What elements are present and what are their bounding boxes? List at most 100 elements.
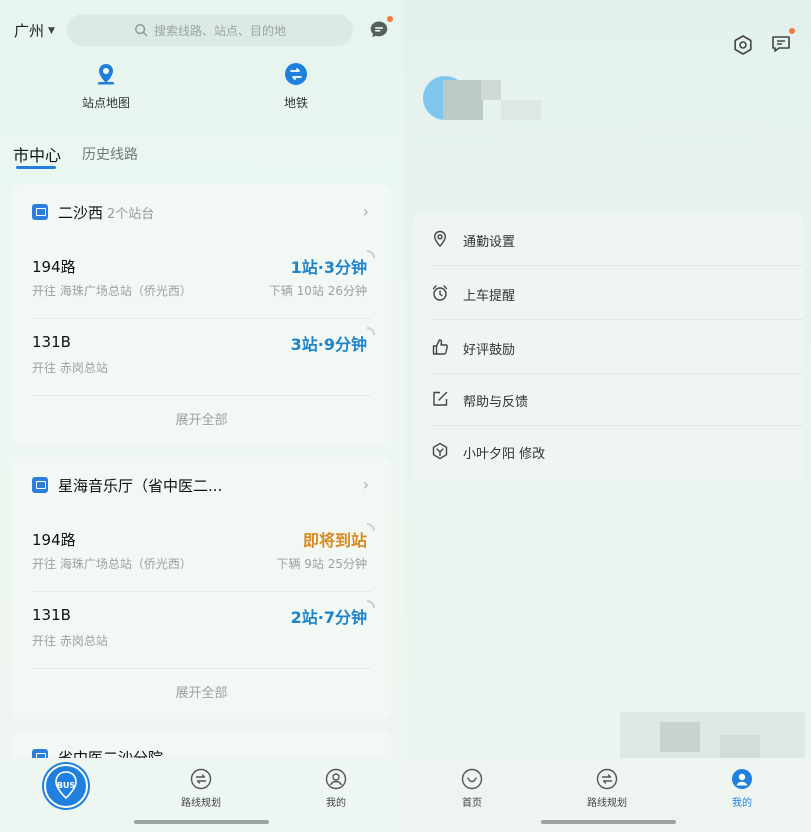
menu-commute-settings[interactable]: 通勤设置 bbox=[413, 214, 803, 266]
route-eta: 2站·7分钟 bbox=[290, 608, 367, 627]
nav-home[interactable]: 首页 bbox=[442, 768, 502, 809]
realtime-signal-icon bbox=[367, 523, 375, 531]
expand-all-button[interactable]: 展开全部 bbox=[12, 396, 391, 446]
divider bbox=[32, 395, 371, 396]
divider bbox=[431, 319, 803, 320]
station-card: 二沙西 2个站台 › 194路 开往 海珠广场总站（侨光西） 1站·3分钟 下辆 … bbox=[12, 184, 391, 444]
home-indicator[interactable] bbox=[134, 820, 269, 824]
tab-history-routes[interactable]: 历史线路 bbox=[82, 144, 138, 164]
edit-feedback-icon bbox=[433, 391, 448, 406]
nav-bus[interactable]: BUS bbox=[44, 764, 88, 808]
message-button[interactable] bbox=[367, 16, 393, 42]
username-redacted bbox=[501, 100, 541, 120]
menu-rate-us[interactable]: 好评鼓励 bbox=[413, 322, 803, 374]
route-name: 131B bbox=[32, 333, 71, 351]
expand-all-button[interactable]: 展开全部 bbox=[12, 669, 391, 719]
settings-menu: 通勤设置 上车提醒 好评鼓励 帮助与反馈 小叶夕阳 修改 bbox=[413, 214, 803, 480]
route-destination: 开往 赤岗总站 bbox=[32, 634, 108, 648]
next-bus-info: 下辆 9站 25分钟 bbox=[276, 557, 367, 571]
profile-panel: 通勤设置 上车提醒 好评鼓励 帮助与反馈 小叶夕阳 修改 首页 路线规划 我的 bbox=[405, 0, 811, 832]
metro-icon bbox=[284, 62, 308, 86]
realtime-signal-icon bbox=[367, 250, 375, 258]
route-plan-label: 路线规划 bbox=[181, 798, 221, 809]
station-header[interactable]: 二沙西 2个站台 › bbox=[12, 184, 391, 242]
divider bbox=[431, 265, 803, 266]
nav-mine[interactable]: 我的 bbox=[712, 768, 772, 809]
station-map-shortcut[interactable]: 站点地图 bbox=[66, 62, 146, 111]
route-plan-icon bbox=[190, 768, 212, 790]
search-input[interactable]: 搜索线路、站点、目的地 bbox=[67, 14, 353, 46]
location-pin-icon bbox=[433, 230, 447, 248]
menu-label: 上车提醒 bbox=[463, 289, 516, 304]
route-row[interactable]: 194路 开往 海珠广场总站（侨光西） 即将到站 下辆 9站 25分钟 bbox=[12, 515, 391, 592]
menu-label: 通勤设置 bbox=[463, 235, 516, 250]
bus-label: BUS bbox=[56, 781, 76, 790]
chevron-right-icon: › bbox=[362, 475, 369, 494]
route-row[interactable]: 194路 开往 海珠广场总站（侨光西） 1站·3分钟 下辆 10站 26分钟 bbox=[12, 242, 391, 319]
menu-label: 小叶夕阳 修改 bbox=[463, 447, 546, 462]
user-icon bbox=[325, 768, 347, 790]
menu-help-feedback[interactable]: 帮助与反馈 bbox=[413, 374, 803, 426]
hexagon-check-icon bbox=[432, 442, 448, 460]
menu-boarding-reminder[interactable]: 上车提醒 bbox=[413, 268, 803, 320]
tab-city-center[interactable]: 市中心 bbox=[13, 142, 61, 166]
metro-label: 地铁 bbox=[283, 96, 308, 110]
station-name-wrap: 二沙西 2个站台 bbox=[58, 202, 154, 223]
route-eta: 即将到站 bbox=[302, 531, 367, 550]
route-plan-icon bbox=[596, 768, 618, 790]
thumbs-up-icon bbox=[432, 339, 448, 355]
city-selector[interactable]: 广州 ▼ bbox=[14, 20, 55, 41]
station-map-label: 站点地图 bbox=[81, 96, 130, 110]
chat-bubble-icon bbox=[370, 21, 388, 38]
menu-label: 好评鼓励 bbox=[463, 343, 516, 358]
alarm-clock-icon bbox=[432, 285, 448, 301]
metro-shortcut[interactable]: 地铁 bbox=[256, 62, 336, 111]
redacted-area bbox=[660, 722, 700, 752]
route-row[interactable]: 131B 开往 赤岗总站 3站·9分钟 bbox=[12, 319, 391, 396]
mine-label: 我的 bbox=[326, 798, 346, 809]
bus-stop-icon bbox=[32, 204, 48, 220]
realtime-signal-icon bbox=[367, 600, 375, 608]
notification-dot bbox=[789, 28, 795, 34]
search-icon bbox=[135, 24, 148, 37]
route-row[interactable]: 131B 开往 赤岗总站 2站·7分钟 bbox=[12, 592, 391, 669]
tab-indicator bbox=[16, 166, 56, 169]
user-icon bbox=[731, 768, 753, 790]
notification-dot bbox=[387, 16, 393, 22]
username-redacted bbox=[443, 80, 483, 120]
menu-label: 帮助与反馈 bbox=[463, 395, 529, 410]
message-button[interactable] bbox=[769, 28, 795, 56]
settings-hexagon-icon[interactable] bbox=[732, 34, 754, 56]
route-plan-label: 路线规划 bbox=[587, 798, 627, 809]
realtime-signal-icon bbox=[367, 327, 375, 335]
home-label: 首页 bbox=[462, 798, 482, 809]
station-name: 星海音乐厅（省中医二... bbox=[58, 477, 223, 495]
home-indicator[interactable] bbox=[541, 820, 676, 824]
route-eta: 3站·9分钟 bbox=[290, 335, 367, 354]
nav-mine[interactable]: 我的 bbox=[306, 768, 366, 809]
caret-down-icon: ▼ bbox=[48, 25, 55, 36]
top-bar: 广州 ▼ 搜索线路、站点、目的地 bbox=[0, 0, 405, 60]
search-placeholder: 搜索线路、站点、目的地 bbox=[153, 23, 286, 38]
divider bbox=[32, 668, 371, 669]
platform-count: 2个站台 bbox=[107, 207, 155, 222]
nav-route-plan[interactable]: 路线规划 bbox=[577, 768, 637, 809]
mine-label: 我的 bbox=[732, 798, 752, 809]
next-bus-info: 下辆 10站 26分钟 bbox=[268, 284, 367, 298]
route-name: 131B bbox=[32, 606, 71, 624]
route-name: 194路 bbox=[32, 531, 76, 549]
map-pin-icon bbox=[94, 62, 118, 86]
route-eta: 1站·3分钟 bbox=[290, 258, 367, 277]
city-label: 广州 bbox=[14, 22, 45, 40]
station-name: 二沙西 bbox=[58, 204, 104, 222]
nav-route-plan[interactable]: 路线规划 bbox=[171, 768, 231, 809]
tab-bar: 市中心 历史线路 bbox=[0, 138, 405, 172]
chevron-right-icon: › bbox=[362, 202, 369, 221]
station-header[interactable]: 星海音乐厅（省中医二... › bbox=[12, 457, 391, 515]
bus-stop-icon bbox=[32, 477, 48, 493]
station-card: 星海音乐厅（省中医二... › 194路 开往 海珠广场总站（侨光西） 即将到站… bbox=[12, 457, 391, 719]
menu-profile-edit[interactable]: 小叶夕阳 修改 bbox=[413, 426, 803, 478]
route-destination: 开往 海珠广场总站（侨光西） bbox=[32, 557, 192, 571]
route-destination: 开往 海珠广场总站（侨光西） bbox=[32, 284, 192, 298]
username-redacted bbox=[481, 80, 501, 100]
